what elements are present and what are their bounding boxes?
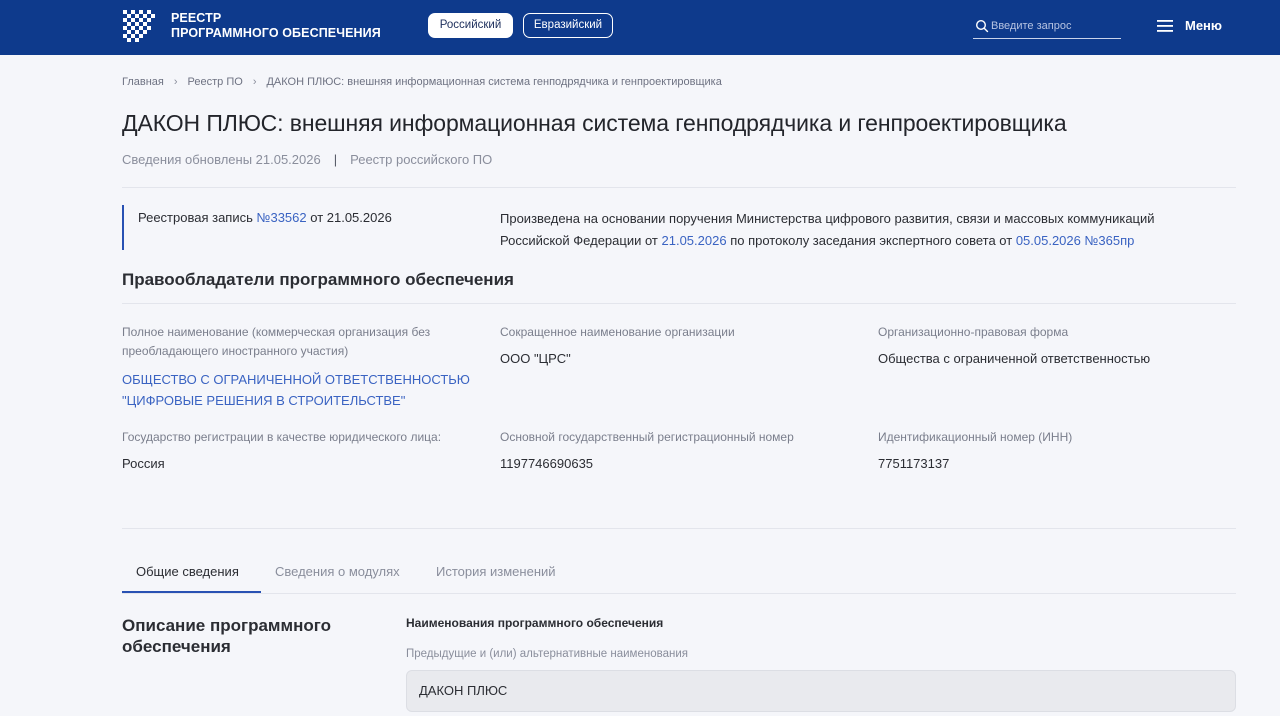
chevron-right-icon: › (173, 76, 178, 88)
registry-record-date: от 21.05.2026 (310, 210, 392, 225)
tab-modules[interactable]: Сведения о модулях (275, 558, 400, 586)
registry-tab-eurasian[interactable]: Евразийский (523, 13, 613, 38)
basis-prefix: Российской Федерации от (500, 233, 658, 248)
field-full-name: Полное наименование (коммерческая органи… (122, 323, 482, 411)
field-label: Идентификационный номер (ИНН) (878, 430, 1073, 444)
page-meta: Сведения обновлены 21.05.2026 | Реестр рос… (122, 152, 492, 167)
basis-line-2: Российской Федерации от 21.05.2026 по пр… (500, 230, 1240, 252)
brand-line-1: РЕЕСТР (171, 11, 222, 25)
registry-logo-icon[interactable] (122, 9, 156, 43)
registry-tab-russian[interactable]: Российский (428, 13, 513, 38)
tabs-divider (122, 593, 1236, 594)
breadcrumb: Главная › Реестр ПО › ДАКОН ПЛЮС: внешняя ин… (122, 76, 722, 88)
breadcrumb-registry[interactable]: Реестр ПО (188, 76, 243, 88)
menu-label: Меню (1185, 18, 1223, 33)
top-navbar: РЕЕСТР ПРОГРАММНОГО ОБЕСПЕЧЕНИЯ Российск… (0, 0, 1280, 55)
names-heading: Наименования программного обеспечения (406, 616, 664, 630)
field-value: 1197746690635 (500, 456, 594, 471)
breadcrumb-current: ДАКОН ПЛЮС: внешняя информационная систе… (266, 76, 722, 88)
divider (122, 303, 1236, 304)
search-box (973, 15, 1121, 39)
updated-date: Сведения обновлены 21.05.2026 (122, 152, 321, 167)
brand-line-2: ПРОГРАММНОГО ОБЕСПЕЧЕНИЯ (171, 26, 381, 40)
registry-record-prefix: Реестровая запись (138, 210, 253, 225)
chevron-right-icon: › (252, 76, 257, 88)
menu-button[interactable]: Меню (1157, 16, 1222, 36)
field-legal-form: Организационно-правовая форма Общества с… (878, 323, 1238, 369)
field-label: Организационно-правовая форма (878, 325, 1069, 339)
search-icon[interactable] (975, 19, 989, 33)
protocol-link[interactable]: 05.05.2026 №365пр (1016, 233, 1135, 248)
field-inn: Идентификационный номер (ИНН) 7751173137 (878, 428, 1238, 474)
description-heading: Описание программного обеспечения (122, 616, 331, 656)
field-label: Государство регистрации в качестве юриди… (122, 430, 442, 444)
registry-record-number[interactable]: №33562 (257, 210, 307, 225)
field-short-name: Сокращенное наименование организации ООО… (500, 323, 860, 369)
breadcrumb-home[interactable]: Главная (122, 76, 164, 88)
hamburger-icon (1157, 20, 1173, 32)
meta-divider: | (333, 152, 338, 167)
page-title: ДАКОН ПЛЮС: внешняя информационная систе… (122, 110, 1067, 136)
brand-title[interactable]: РЕЕСТР ПРОГРАММНОГО ОБЕСПЕЧЕНИЯ (171, 11, 381, 41)
field-value: Россия (122, 456, 165, 471)
basis-middle: по протоколу заседания экспертного совет… (730, 233, 1013, 248)
field-ogrn: Основной государственный регистрационный… (500, 428, 870, 474)
field-country: Государство регистрации в качестве юриди… (122, 428, 492, 474)
basis-line-1: Произведена на основании поручения Минис… (500, 211, 1155, 226)
field-value: Общества с ограниченной ответственностью (878, 351, 1151, 366)
tab-history[interactable]: История изменений (436, 558, 556, 586)
divider (122, 187, 1236, 188)
field-value: ООО "ЦРС" (500, 351, 571, 366)
registry-record: Реестровая запись №33562 от 21.05.2026 (122, 205, 462, 250)
alt-name-field: ДАКОН ПЛЮС (406, 670, 1236, 712)
alt-names-label: Предыдущие и (или) альтернативные наимен… (406, 648, 688, 660)
rightholders-heading: Правообладатели программного обеспечения (122, 270, 514, 289)
divider (122, 528, 1236, 529)
full-name-link[interactable]: ОБЩЕСТВО С ОГРАНИЧЕННОЙ ОТВЕТСТВЕННОСТЬЮ… (122, 369, 482, 411)
search-input[interactable] (991, 17, 1119, 35)
field-label: Полное наименование (коммерческая органи… (122, 325, 431, 358)
field-label: Сокращенное наименование организации (500, 325, 735, 339)
field-value: 7751173137 (878, 456, 950, 471)
registry-basis: Произведена на основании поручения Минис… (500, 208, 1240, 252)
order-date-link[interactable]: 21.05.2026 (662, 233, 727, 248)
registry-name: Реестр российского ПО (350, 152, 493, 167)
field-label: Основной государственный регистрационный… (500, 430, 794, 444)
tab-general[interactable]: Общие сведения (136, 558, 239, 586)
